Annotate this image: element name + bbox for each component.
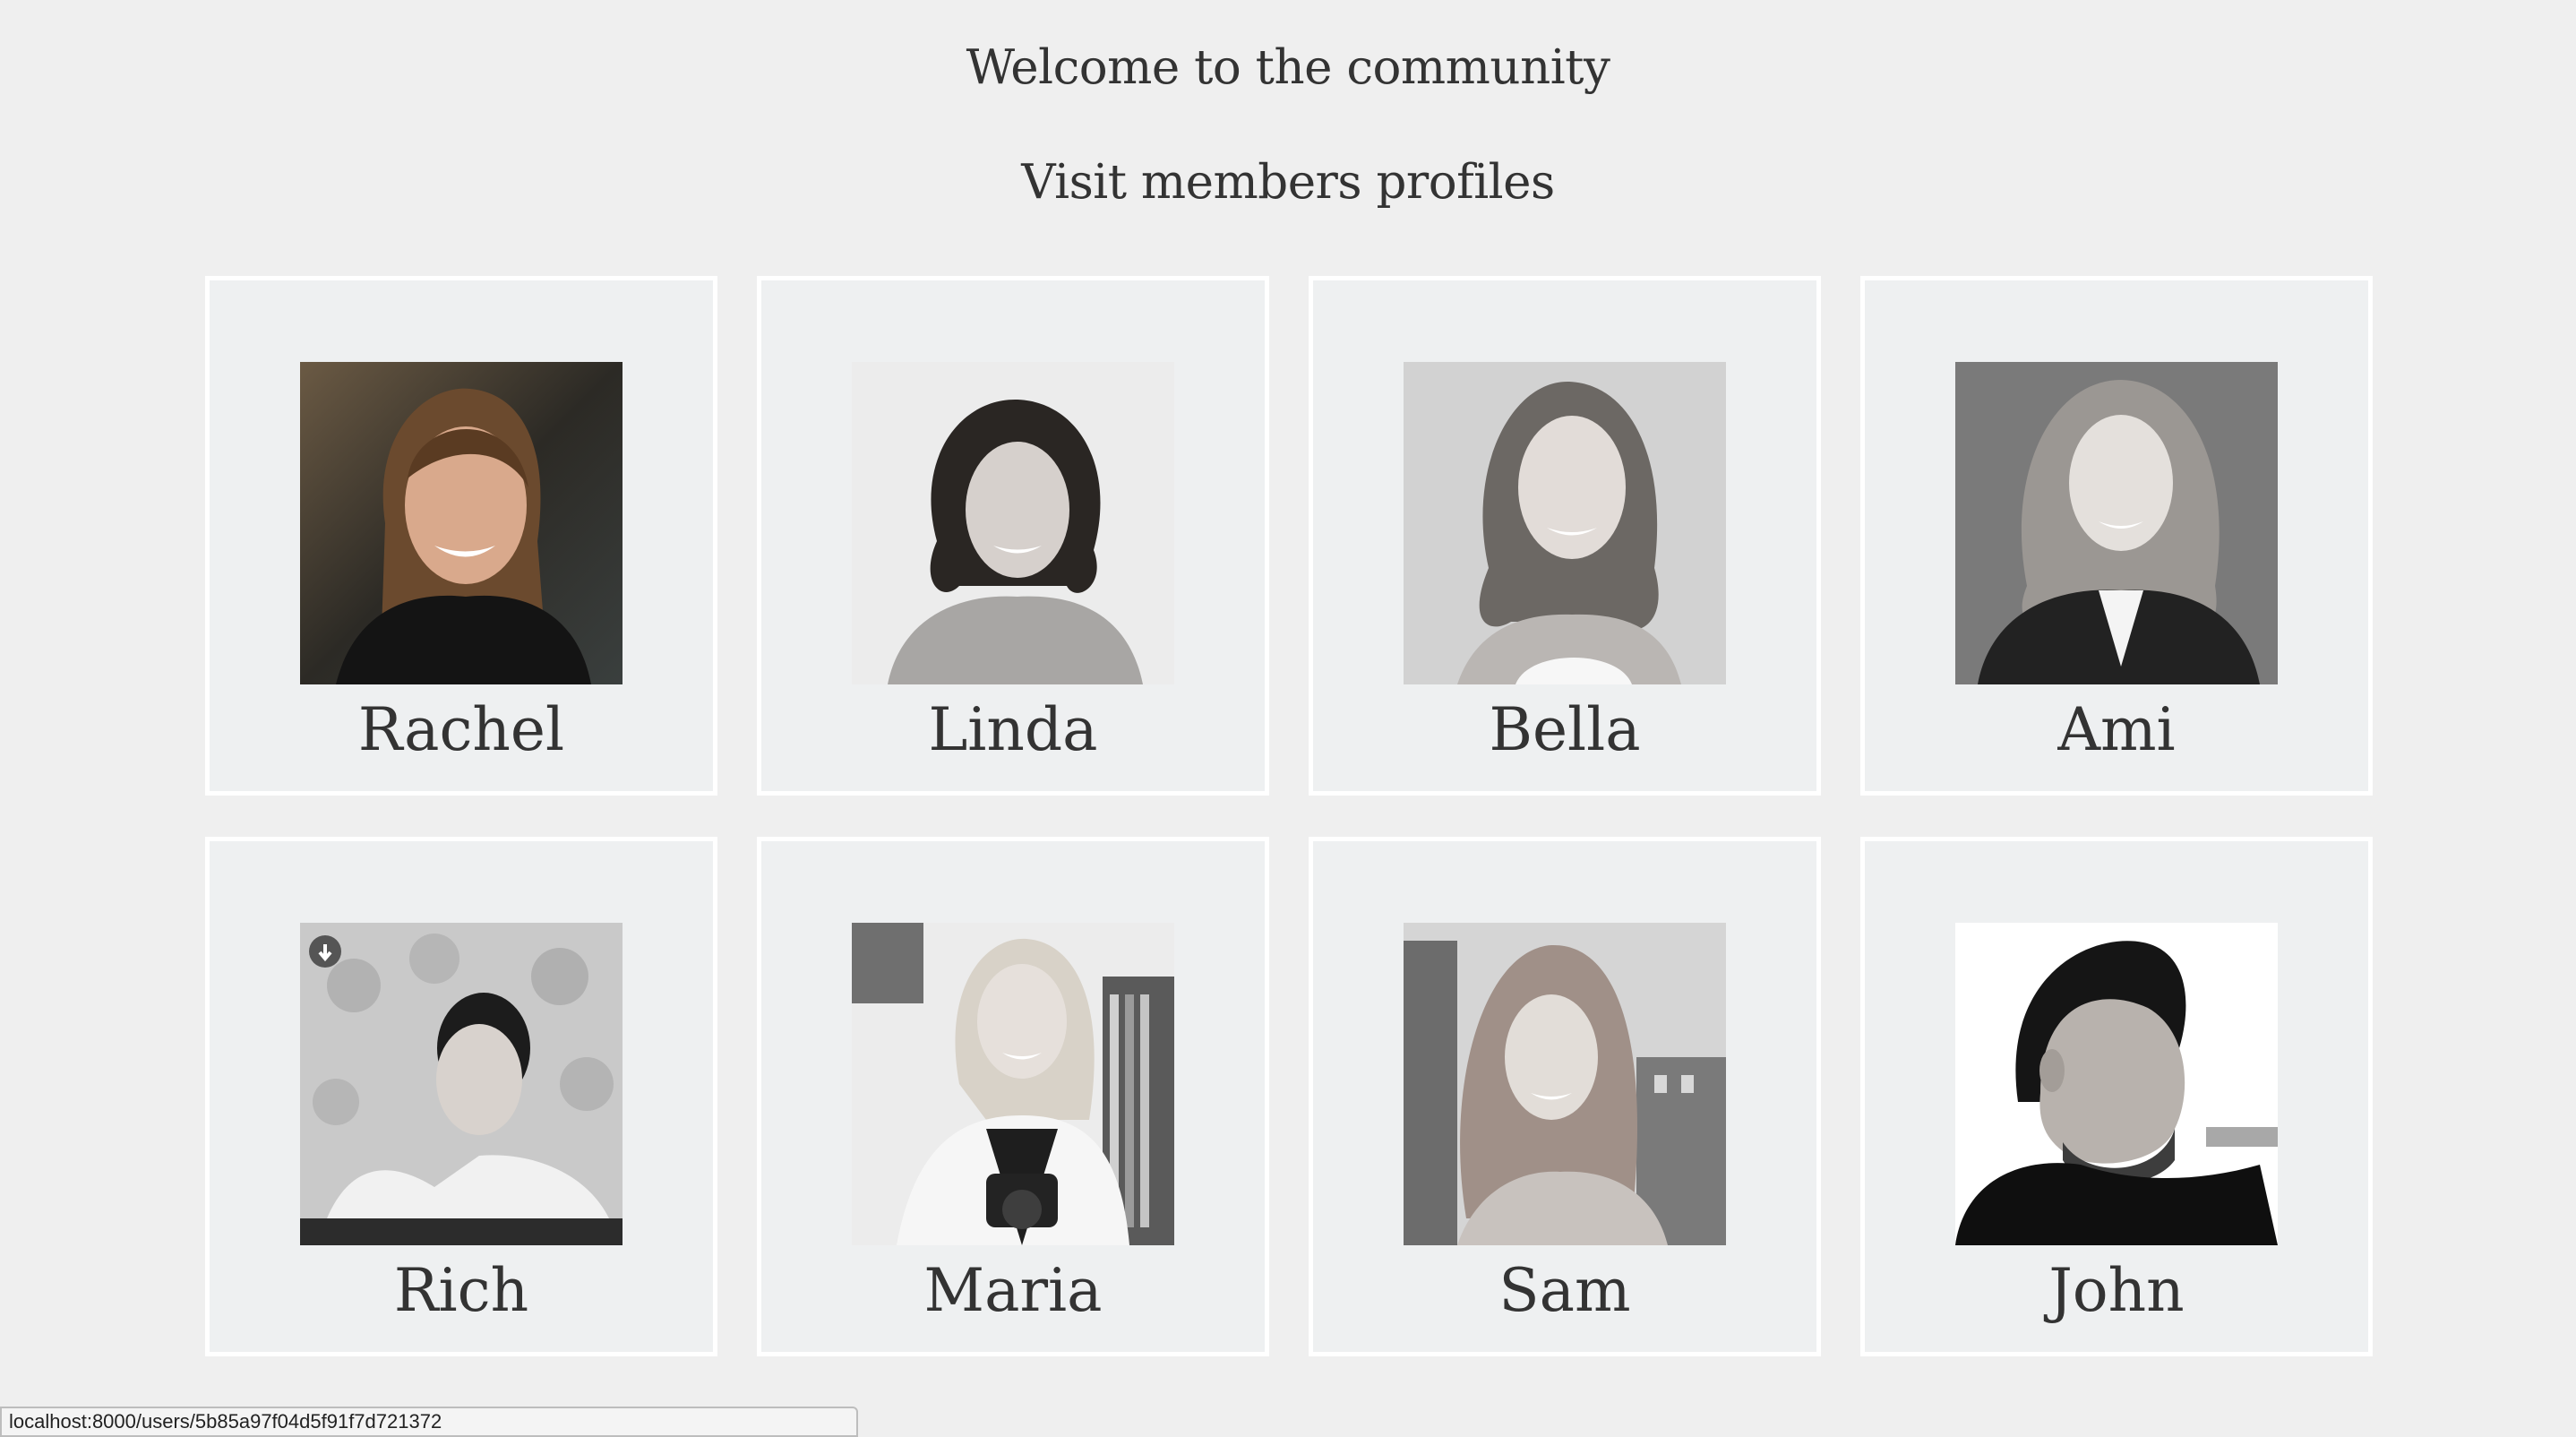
page-title: Welcome to the community — [966, 40, 1610, 95]
member-card-john[interactable]: John — [1860, 837, 2373, 1356]
member-name[interactable]: Ami — [1865, 694, 2368, 766]
member-card-maria[interactable]: Maria — [757, 837, 1269, 1356]
member-card-linda[interactable]: Linda — [757, 276, 1269, 796]
member-card-bella[interactable]: Bella — [1309, 276, 1821, 796]
member-card-sam[interactable]: Sam — [1309, 837, 1821, 1356]
member-name[interactable]: John — [1865, 1255, 2368, 1327]
member-photo[interactable] — [1955, 362, 2278, 684]
portrait-photo-icon — [300, 923, 623, 1245]
portrait-photo-icon — [1955, 923, 2278, 1245]
member-photo[interactable] — [300, 362, 623, 684]
member-card-rich[interactable]: Rich — [205, 837, 717, 1356]
member-name[interactable]: Bella — [1313, 694, 1816, 766]
member-card-ami[interactable]: Ami — [1860, 276, 2373, 796]
member-photo[interactable] — [1404, 362, 1726, 684]
status-bar-url: localhost:8000/users/5b85a97f04d5f91f7d7… — [0, 1407, 858, 1437]
member-name[interactable]: Maria — [761, 1255, 1265, 1327]
portrait-photo-icon — [1955, 362, 2278, 684]
member-photo[interactable] — [1404, 923, 1726, 1245]
portrait-photo-icon — [300, 362, 623, 684]
members-grid: Rachel Linda Bella Ami Rich Maria Sam Jo… — [205, 276, 2373, 1356]
member-photo[interactable] — [1955, 923, 2278, 1245]
member-name[interactable]: Rich — [210, 1255, 713, 1327]
member-photo[interactable] — [852, 362, 1174, 684]
portrait-photo-icon — [852, 923, 1174, 1245]
member-card-rachel[interactable]: Rachel — [205, 276, 717, 796]
member-photo[interactable] — [300, 923, 623, 1245]
member-name[interactable]: Sam — [1313, 1255, 1816, 1327]
member-photo[interactable] — [852, 923, 1174, 1245]
portrait-photo-icon — [1404, 923, 1726, 1245]
portrait-photo-icon — [852, 362, 1174, 684]
page-subtitle: Visit members profiles — [1021, 155, 1555, 210]
member-name[interactable]: Linda — [761, 694, 1265, 766]
member-name[interactable]: Rachel — [210, 694, 713, 766]
portrait-photo-icon — [1404, 362, 1726, 684]
